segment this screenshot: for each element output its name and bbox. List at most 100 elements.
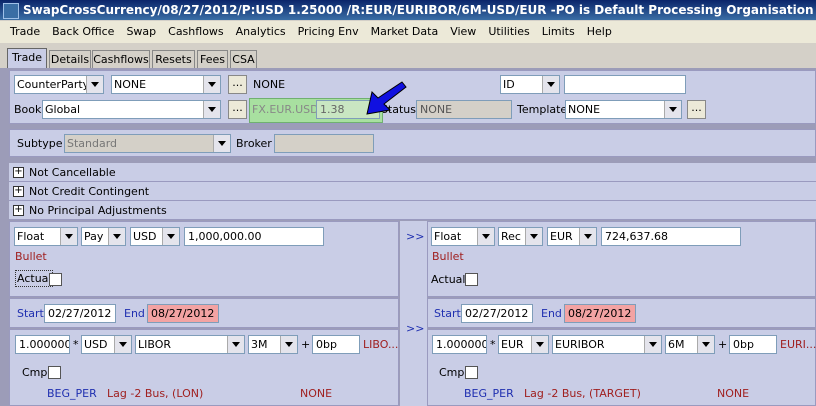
pay-actual-checkbox[interactable] (49, 273, 62, 286)
pay-rate-type-value: Float (17, 230, 45, 243)
chevron-down-icon (114, 336, 131, 353)
flag-row-not-cancellable[interactable]: + Not Cancellable (9, 163, 816, 182)
tab-fees[interactable]: Fees (197, 50, 228, 68)
subtype-label: Subtype (17, 137, 63, 150)
book-select[interactable]: Global (42, 100, 221, 119)
tab-csa[interactable]: CSA (230, 50, 257, 68)
copy-leg-arrow-bottom[interactable]: >> (406, 319, 424, 338)
rec-currency-value: EUR (550, 230, 573, 243)
menu-help[interactable]: Help (587, 25, 612, 38)
tab-details[interactable]: Details (49, 50, 91, 68)
rec-cmp-checkbox[interactable] (465, 366, 478, 379)
pay-lag-link[interactable]: Lag -2 Bus, (LON) (107, 384, 203, 403)
rec-holiday-link[interactable]: NONE (717, 384, 749, 403)
pay-currency-value: USD (133, 230, 157, 243)
chevron-down-icon (213, 135, 230, 152)
rec-plus-sign: + (718, 338, 728, 351)
rec-currency-select[interactable]: EUR (547, 227, 597, 246)
rec-multiplier-input[interactable]: 1.000000 (432, 335, 487, 354)
menu-utilities[interactable]: Utilities (488, 25, 529, 38)
pay-index-currency-select[interactable]: USD (81, 335, 132, 354)
copy-leg-arrow-top[interactable]: >> (406, 227, 424, 246)
pay-direction-value: Pay (84, 230, 104, 243)
chevron-down-icon (644, 336, 661, 353)
template-select[interactable]: NONE (565, 100, 682, 119)
menu-view[interactable]: View (450, 25, 476, 38)
window-title: SwapCrossCurrency/08/27/2012/P:USD 1.250… (23, 3, 816, 17)
pay-rate-type-select[interactable]: Float (14, 227, 78, 246)
menu-back-office[interactable]: Back Office (52, 25, 114, 38)
rec-tenor-select[interactable]: 6M (665, 335, 715, 354)
template-label: Template (517, 103, 568, 116)
subtype-value: Standard (67, 137, 118, 150)
menu-pricing-env[interactable]: Pricing Env (298, 25, 359, 38)
chevron-down-icon (525, 228, 542, 245)
pay-spread-input[interactable]: 0bp (312, 335, 360, 354)
pay-multiplier-input[interactable]: 1.000000 (15, 335, 70, 354)
pay-start-date-input[interactable]: 02/27/2012 (44, 304, 116, 323)
pay-direction-select[interactable]: Pay (81, 227, 126, 246)
book-ellipsis-button[interactable]: ... (228, 100, 247, 119)
menu-analytics[interactable]: Analytics (236, 25, 286, 38)
expand-plus-icon[interactable]: + (13, 167, 24, 178)
pay-start-label: Start (17, 307, 44, 320)
expand-plus-icon[interactable]: + (13, 205, 24, 216)
fx-rate-label: FX.EUR.USD (252, 103, 319, 116)
flag-row-no-principal-adjustments[interactable]: + No Principal Adjustments (9, 201, 816, 220)
pay-end-date-input[interactable]: 08/27/2012 (147, 304, 219, 323)
chevron-down-icon (531, 336, 548, 353)
chevron-down-icon (227, 336, 244, 353)
chevron-down-icon (477, 228, 494, 245)
template-value: NONE (568, 103, 601, 116)
pay-currency-select[interactable]: USD (130, 227, 180, 246)
rec-amortization-label: Bullet (432, 250, 464, 263)
rec-period-link[interactable]: BEG_PER (464, 384, 514, 403)
status-input: NONE (416, 100, 512, 119)
id-input[interactable] (564, 75, 686, 94)
pay-holiday-link[interactable]: NONE (300, 384, 332, 403)
arrow-pointer-icon (366, 81, 407, 115)
pay-tenor-select[interactable]: 3M (248, 335, 298, 354)
pay-tenor-value: 3M (251, 338, 268, 351)
rec-rate-type-select[interactable]: Float (431, 227, 495, 246)
pay-plus-sign: + (301, 338, 311, 351)
chevron-down-icon (108, 228, 125, 245)
book-value: Global (45, 103, 81, 116)
id-type-select[interactable]: ID (500, 75, 560, 94)
subtype-select: Standard (64, 134, 231, 153)
chevron-down-icon (280, 336, 297, 353)
tab-cashflows[interactable]: Cashflows (92, 50, 150, 68)
tab-resets[interactable]: Resets (152, 50, 195, 68)
rec-start-date-input[interactable]: 02/27/2012 (461, 304, 533, 323)
rec-lag-link[interactable]: Lag -2 Bus, (TARGET) (524, 384, 641, 403)
menu-market-data[interactable]: Market Data (371, 25, 439, 38)
flag-row-not-credit-contingent[interactable]: + Not Credit Contingent (9, 182, 816, 201)
chevron-down-icon (203, 101, 220, 118)
rec-notional-input[interactable]: 724,637.68 (601, 227, 741, 246)
menu-cashflows[interactable]: Cashflows (168, 25, 224, 38)
rec-index-description: EURI... (780, 338, 816, 351)
rec-index-select[interactable]: EURIBOR (552, 335, 662, 354)
counterparty-type-select[interactable]: CounterParty (14, 75, 104, 94)
tab-trade[interactable]: Trade (7, 48, 47, 69)
rec-direction-select[interactable]: Rec (498, 227, 543, 246)
rec-index-currency-select[interactable]: EUR (498, 335, 549, 354)
pay-period-link[interactable]: BEG_PER (47, 384, 97, 403)
pay-actual-label: Actual (15, 270, 54, 287)
pay-cmp-checkbox[interactable] (48, 366, 61, 379)
menu-trade[interactable]: Trade (10, 25, 40, 38)
rec-actual-checkbox[interactable] (465, 273, 478, 286)
rec-cmp-label: Cmp (439, 366, 465, 379)
rec-spread-input[interactable]: 0bp (729, 335, 777, 354)
pay-index-select[interactable]: LIBOR (135, 335, 245, 354)
rec-end-date-input[interactable]: 08/27/2012 (564, 304, 636, 323)
pay-notional-input[interactable]: 1,000,000.00 (184, 227, 324, 246)
menu-swap[interactable]: Swap (126, 25, 156, 38)
expand-plus-icon[interactable]: + (13, 186, 24, 197)
menu-limits[interactable]: Limits (542, 25, 575, 38)
template-ellipsis-button[interactable]: ... (687, 100, 706, 119)
counterparty-select[interactable]: NONE (111, 75, 221, 94)
chevron-down-icon (162, 228, 179, 245)
counterparty-ellipsis-button[interactable]: ... (228, 75, 247, 94)
rec-times-sign: * (490, 338, 496, 351)
